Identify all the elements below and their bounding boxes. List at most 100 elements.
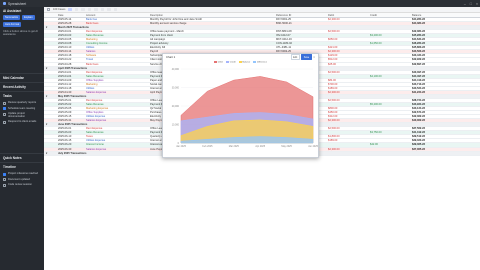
cell-date[interactable]: 2025-04-18 xyxy=(56,87,84,90)
cell-balance[interactable]: $43,434.23 xyxy=(410,54,450,57)
minimize-icon[interactable]: – xyxy=(464,2,466,6)
cell-balance[interactable]: $45,284.23 xyxy=(410,34,450,37)
cell-reference[interactable]: CON-1180-02 xyxy=(274,42,326,45)
cell-debit[interactable]: $2,500.00 xyxy=(326,99,368,102)
cell-balance[interactable]: $44,284.23 xyxy=(410,18,450,21)
cell-account[interactable]: Rent Expense xyxy=(84,30,148,33)
cell-date[interactable]: 2025-06-10 xyxy=(56,135,84,138)
cell-account[interactable]: Salaries Expense xyxy=(84,148,148,151)
cell-debit[interactable]: $2,500.00 xyxy=(326,127,368,130)
cell-date[interactable]: 2025-03-05 xyxy=(56,38,84,41)
expand-icon[interactable]: ▾ xyxy=(44,95,56,98)
mini-calendar-title[interactable]: Mini Calendar xyxy=(0,74,44,82)
cell-reference[interactable]: UTL-3381-11 xyxy=(274,46,326,49)
italic-icon[interactable] xyxy=(74,7,79,12)
cell-balance[interactable]: $45,863.23 xyxy=(410,46,450,49)
cell-account[interactable]: Marketing xyxy=(84,38,148,41)
cell-balance[interactable]: $44,497.23 xyxy=(410,75,450,78)
col-header[interactable]: Balance xyxy=(410,14,450,17)
cell-account[interactable]: Travel xyxy=(84,58,148,61)
col-header[interactable]: Credit xyxy=(368,14,410,17)
cell-balance[interactable]: $37,065.23 xyxy=(410,148,450,151)
maximize-icon[interactable]: □ xyxy=(470,2,472,6)
cell-description[interactable]: Monthly account service charge xyxy=(148,22,274,25)
cell-account[interactable]: Rent Expense xyxy=(84,99,148,102)
expand-icon[interactable]: ▾ xyxy=(44,123,56,126)
cell-credit[interactable]: $5,200.00 xyxy=(368,103,410,106)
cell-account[interactable]: Salaries Expense xyxy=(84,119,148,122)
cell-account[interactable]: Bank Fees xyxy=(84,63,148,66)
cell-debit[interactable]: $421.00 xyxy=(326,46,368,49)
cell-balance[interactable]: $42,362.23 xyxy=(410,115,450,118)
close-chart-icon[interactable]: × xyxy=(313,55,315,59)
cell-date[interactable]: 2025-03-18 xyxy=(56,54,84,57)
cell-balance[interactable]: $41,312.23 xyxy=(410,131,450,134)
cell-account[interactable]: Marketing Expense xyxy=(84,107,148,110)
cell-date[interactable]: 2025-06-30 xyxy=(56,148,84,151)
cell-debit[interactable]: $2,300.00 xyxy=(326,50,368,53)
cell-date[interactable]: 2025-05-02 xyxy=(56,103,84,106)
cell-date[interactable]: 2025-04-01 xyxy=(56,71,84,74)
cell-credit[interactable]: $1,650.00 xyxy=(368,42,410,45)
cell-account[interactable]: Interest Income xyxy=(84,143,148,146)
cell-debit[interactable]: $129.00 xyxy=(326,54,368,57)
cell-date[interactable]: 2025-05-01 xyxy=(56,99,84,102)
cell-balance[interactable]: $42,897.23 xyxy=(410,63,450,66)
cell-debit[interactable]: $2,300.00 xyxy=(326,119,368,122)
select-all-icon[interactable] xyxy=(47,8,50,11)
cell-balance[interactable]: $41,224.23 xyxy=(410,91,450,94)
cell-date[interactable]: 2025-04-04 xyxy=(56,75,84,78)
cell-balance[interactable]: $39,512.23 xyxy=(410,135,450,138)
task-item[interactable]: Respond to client emails xyxy=(0,119,44,125)
cell-reference[interactable]: INV-4412-07 xyxy=(274,34,326,37)
cell-debit[interactable]: $2,500.00 xyxy=(326,71,368,74)
explain-button[interactable]: Explain xyxy=(22,15,35,20)
auto-format-button[interactable]: Auto Format xyxy=(3,22,22,27)
cell-credit[interactable]: $3,200.00 xyxy=(368,34,410,37)
cell-credit[interactable]: $3,750.00 xyxy=(368,131,410,134)
cell-balance[interactable]: $42,922.23 xyxy=(410,58,450,61)
color-icon[interactable] xyxy=(87,7,92,12)
cell-date[interactable]: 2025-04-30 xyxy=(56,91,84,94)
cell-balance[interactable]: $43,124.23 xyxy=(410,107,450,110)
cell-date[interactable]: 2025-03-08 xyxy=(56,42,84,45)
cell-debit[interactable]: $450.00 xyxy=(326,111,368,114)
col-header[interactable]: Debit xyxy=(326,14,368,17)
cell-debit[interactable]: $189.00 xyxy=(326,139,368,142)
cell-account[interactable]: Marketing xyxy=(84,83,148,86)
mini-calendar-panel[interactable]: Mini Calendar xyxy=(0,74,44,83)
cell-date[interactable]: 2025-06-03 xyxy=(56,131,84,134)
cell-account[interactable]: Rent Expense xyxy=(84,71,148,74)
cell-description[interactable]: Monthly Payroll for John Doe and Jane Sm… xyxy=(148,18,274,21)
cell-balance[interactable]: $40,397.23 xyxy=(410,71,450,74)
chart-icon[interactable] xyxy=(113,7,118,12)
cell-description[interactable]: Electricity bill xyxy=(148,46,274,49)
cell-account[interactable]: Utilities Expense xyxy=(84,139,148,142)
expand-icon[interactable]: ▾ xyxy=(44,67,56,70)
cell-description[interactable]: Ad campaign xyxy=(148,38,274,41)
cell-date[interactable]: 2025-05-14 xyxy=(56,18,84,21)
cell-date[interactable]: 2025-05-09 xyxy=(56,111,84,114)
cell-debit[interactable]: $512.00 xyxy=(326,58,368,61)
cell-debit[interactable]: $2,300.00 xyxy=(326,148,368,151)
cell-debit[interactable]: $25.00 xyxy=(326,63,368,66)
cell-balance[interactable]: $42,084.23 xyxy=(410,30,450,33)
summarize-button[interactable]: Summarize xyxy=(3,15,21,20)
cell-date[interactable]: 2025-03-03 xyxy=(56,34,84,37)
close-icon[interactable]: × xyxy=(476,2,478,6)
cell-date[interactable]: 2025-03-22 xyxy=(56,58,84,61)
cell-account[interactable]: Rent Expense xyxy=(84,127,148,130)
cell-balance[interactable]: $43,924.23 xyxy=(410,103,450,106)
bold-icon[interactable] xyxy=(68,7,72,12)
cell-balance[interactable]: $44,384.23 xyxy=(410,22,450,25)
cell-balance[interactable]: $44,634.23 xyxy=(410,38,450,41)
cell-account[interactable]: Office Supplies xyxy=(84,79,148,82)
cell-date[interactable]: 2025-03-28 xyxy=(56,63,84,66)
cell-balance[interactable]: $40,062.23 xyxy=(410,119,450,122)
cell-date[interactable]: 2025-03-10 xyxy=(56,46,84,49)
cell-account[interactable]: Office Supplies xyxy=(84,111,148,114)
cell-balance[interactable]: $43,713.23 xyxy=(410,83,450,86)
cell-account[interactable]: Software xyxy=(84,54,148,57)
sort-icon[interactable] xyxy=(107,7,111,12)
cell-account[interactable]: Sales Revenue xyxy=(84,131,148,134)
